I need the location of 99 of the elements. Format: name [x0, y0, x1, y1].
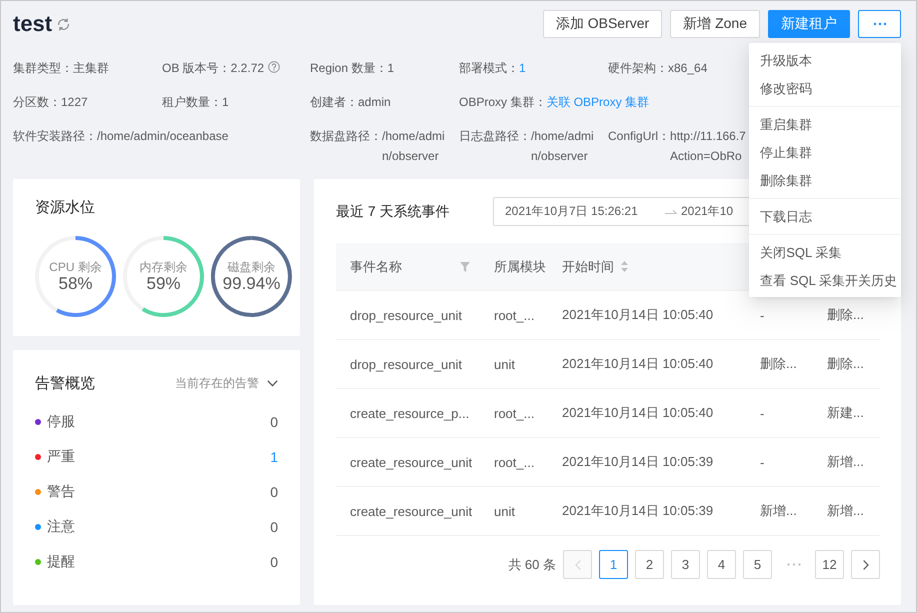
card-title: 告警概览 — [35, 374, 95, 392]
alert-count: 0 — [270, 414, 278, 430]
info-value: 1 — [387, 60, 394, 77]
page-button[interactable]: 5 — [743, 550, 772, 579]
table-cell: unit — [494, 504, 515, 518]
refresh-icon[interactable] — [57, 18, 70, 30]
table-cell: drop_resource_unit — [350, 356, 462, 372]
table-cell: 删除... — [827, 355, 864, 373]
menu-item[interactable]: 删除集群 — [749, 167, 901, 195]
info-label: Region 数量： — [310, 60, 388, 77]
info-value: Action=ObRo — [670, 148, 742, 165]
menu-item[interactable]: 关闭SQL 采集 — [749, 239, 901, 267]
table-cell: 2021年10月14日 10:05:40 — [562, 306, 714, 324]
card-title: 资源水位 — [35, 198, 96, 218]
menu-item[interactable]: 重启集群 — [749, 111, 901, 139]
table-cell: - — [760, 308, 764, 322]
menu-item[interactable]: 升级版本 — [749, 47, 901, 75]
info-label: 日志盘路径： — [459, 128, 531, 145]
menu-item[interactable]: 停止集群 — [749, 139, 901, 167]
next-page-button[interactable] — [851, 550, 880, 579]
table-cell: create_resource_unit — [350, 454, 472, 470]
alert-level-label: 警告 — [47, 482, 75, 500]
table-cell: 2021年10月14日 10:05:39 — [562, 453, 714, 471]
alert-count: 0 — [270, 484, 278, 500]
help-icon[interactable] — [268, 61, 280, 73]
table-cell: 2021年10月14日 10:05:40 — [562, 355, 714, 373]
menu-item[interactable]: 修改密码 — [749, 75, 901, 103]
alert-count: 0 — [270, 518, 278, 534]
filter-icon[interactable] — [460, 262, 470, 272]
column-header: 事件名称 — [350, 258, 402, 276]
table-cell: create_resource_unit — [350, 504, 472, 518]
info-value: /home/admin/observer — [531, 128, 595, 165]
info-value: 1227 — [61, 94, 88, 111]
page-button[interactable]: 3 — [671, 550, 700, 579]
menu-item[interactable]: 查看 SQL 采集开关历史 — [749, 267, 901, 295]
table-cell: root_... — [494, 454, 534, 470]
info-label: OBProxy 集群： — [459, 94, 546, 111]
table-cell: unit — [494, 356, 515, 372]
chevron-down-icon — [267, 380, 278, 386]
action-button[interactable]: 新增 Zone — [670, 10, 760, 38]
alert-count: 0 — [270, 554, 278, 570]
info-value: 主集群 — [73, 60, 109, 77]
gauge-value: 58% — [58, 275, 93, 293]
info-value: 1 — [222, 94, 229, 111]
info-value: /home/admin/oceanbase — [97, 128, 228, 145]
alert-level-label: 停服 — [47, 412, 75, 430]
gauge-label: 内存剩余 — [140, 260, 188, 275]
info-label: 软件安装路径： — [13, 128, 97, 145]
info-label: 分区数： — [13, 94, 61, 111]
table-cell: - — [760, 406, 764, 420]
table-cell: 新建... — [827, 404, 864, 422]
sort-icon[interactable] — [621, 261, 628, 272]
gauge-label: 磁盘剩余 — [228, 260, 276, 275]
info-label: 数据盘路径： — [310, 128, 382, 145]
action-button[interactable]: 添加 OBServer — [542, 10, 662, 38]
alert-level-label: 严重 — [47, 448, 75, 466]
table-cell: 新增... — [760, 502, 797, 520]
table-cell: 2021年10月14日 10:05:40 — [562, 404, 714, 422]
info-label: 硬件架构： — [608, 60, 668, 77]
gauge-value: 59% — [146, 275, 181, 293]
page-button[interactable]: 4 — [707, 550, 736, 579]
info-value: 2.2.72 — [230, 60, 264, 77]
alert-level-label: 提醒 — [47, 552, 75, 570]
info-label: 创建者： — [310, 94, 358, 111]
alert-level-label: 注意 — [47, 518, 75, 536]
table-cell: create_resource_p... — [350, 406, 470, 420]
table-cell: 新增... — [827, 502, 864, 520]
chevron-left-icon — [574, 560, 580, 570]
page-button[interactable]: 12 — [815, 550, 844, 579]
table-cell: 删除... — [827, 306, 864, 324]
info-value: /home/admin/observer — [382, 128, 446, 165]
info-label: 部署模式： — [459, 60, 519, 77]
cluster-title: test — [13, 10, 52, 38]
column-header: 开始时间 — [562, 258, 614, 276]
info-label: 集群类型： — [13, 60, 73, 77]
info-label: ConfigUrl： — [608, 128, 670, 145]
info-value: admin — [358, 94, 391, 111]
start-date-field[interactable]: 2021年10月7日 15:26:21 — [505, 203, 665, 220]
total-count: 共 60 条 — [508, 556, 556, 574]
info-value: http://11.166.7 — [670, 128, 746, 145]
card-title: 最近 7 天系统事件 — [336, 202, 450, 220]
gauge-label: CPU 剩余 — [49, 260, 102, 275]
info-value: x86_64 — [668, 60, 708, 77]
table-cell: root_... — [494, 308, 534, 322]
table-cell: 2021年10月14日 10:05:39 — [562, 502, 714, 520]
ellipsis-icon — [872, 22, 886, 26]
table-cell: 新增... — [827, 453, 864, 471]
end-date-field[interactable]: 2021年10 — [681, 203, 734, 220]
chevron-right-icon — [862, 560, 868, 570]
info-label: 租户数量： — [162, 94, 222, 111]
gauge-value: 99.94% — [222, 275, 280, 293]
column-header: 所属模块 — [494, 258, 546, 276]
table-cell: drop_resource_unit — [350, 308, 462, 322]
table-cell: root_... — [494, 406, 534, 420]
table-cell: - — [760, 454, 764, 470]
info-label: OB 版本号： — [162, 60, 231, 77]
table-cell: 删除... — [760, 355, 797, 373]
page-button[interactable]: 2 — [635, 550, 664, 579]
more-button[interactable] — [858, 10, 901, 38]
